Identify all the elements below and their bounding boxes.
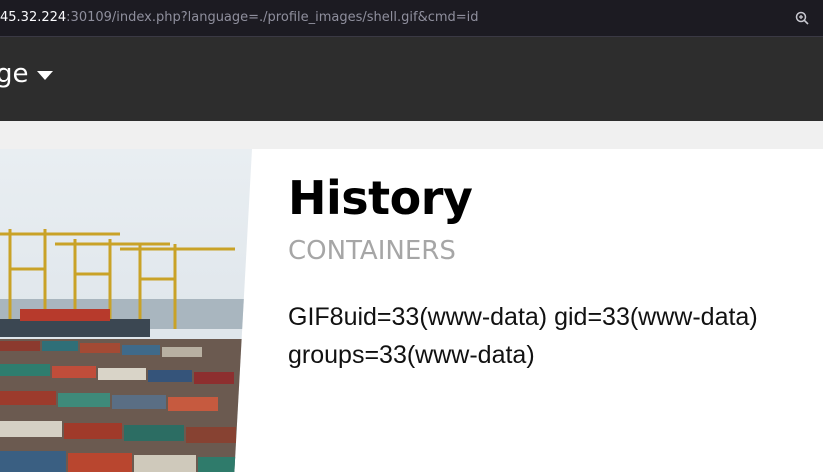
language-label: ge bbox=[0, 59, 29, 89]
address-bar[interactable]: 45.32.224:30109/index.php?language=./pro… bbox=[0, 0, 823, 37]
zoom-icon[interactable] bbox=[795, 11, 809, 25]
url-host: 45.32.224 bbox=[0, 10, 67, 25]
page-title: History bbox=[288, 171, 473, 225]
url-path: :30109/index.php?language=./profile_imag… bbox=[66, 10, 479, 25]
url-text[interactable]: 45.32.224:30109/index.php?language=./pro… bbox=[0, 10, 479, 25]
command-output-line-1: GIF8uid=33(www-data) gid=33(www-data) bbox=[288, 303, 758, 331]
command-output: GIF8uid=33(www-data) gid=33(www-data) gr… bbox=[288, 298, 823, 374]
command-output-line-2: groups=33(www-data) bbox=[288, 341, 535, 369]
container-port-image bbox=[0, 149, 252, 472]
language-dropdown[interactable]: ge bbox=[0, 59, 53, 89]
site-navbar: ge bbox=[0, 37, 823, 121]
page-subtitle: CONTAINERS bbox=[288, 236, 456, 266]
caret-down-icon bbox=[36, 70, 53, 80]
